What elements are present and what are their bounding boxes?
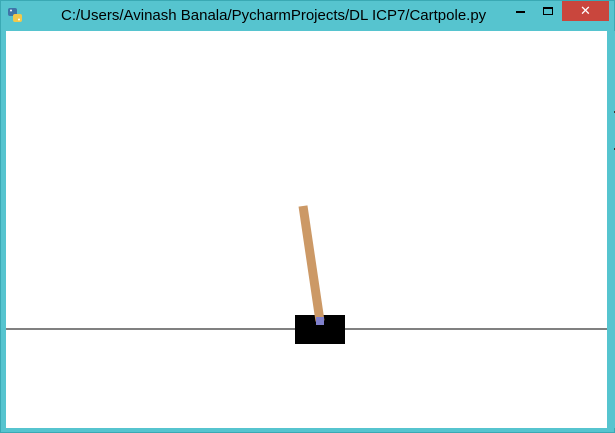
title-bar[interactable]: C:/Users/Avinash Banala/PycharmProjects/… <box>1 1 614 31</box>
axle <box>316 317 324 325</box>
window-title: C:/Users/Avinash Banala/PycharmProjects/… <box>61 7 487 24</box>
close-icon: ✕ <box>580 3 591 19</box>
minimize-icon <box>515 11 525 13</box>
app-window: C:/Users/Avinash Banala/PycharmProjects/… <box>0 0 615 433</box>
cartpole-scene <box>6 205 607 344</box>
maximize-button[interactable] <box>535 1 561 21</box>
pole <box>298 205 325 322</box>
maximize-icon <box>543 7 553 15</box>
python-icon[interactable] <box>7 7 23 23</box>
window-edge-strip <box>607 31 615 428</box>
minimize-button[interactable] <box>505 1 535 21</box>
close-button[interactable]: ✕ <box>562 1 609 21</box>
render-canvas <box>6 31 607 428</box>
